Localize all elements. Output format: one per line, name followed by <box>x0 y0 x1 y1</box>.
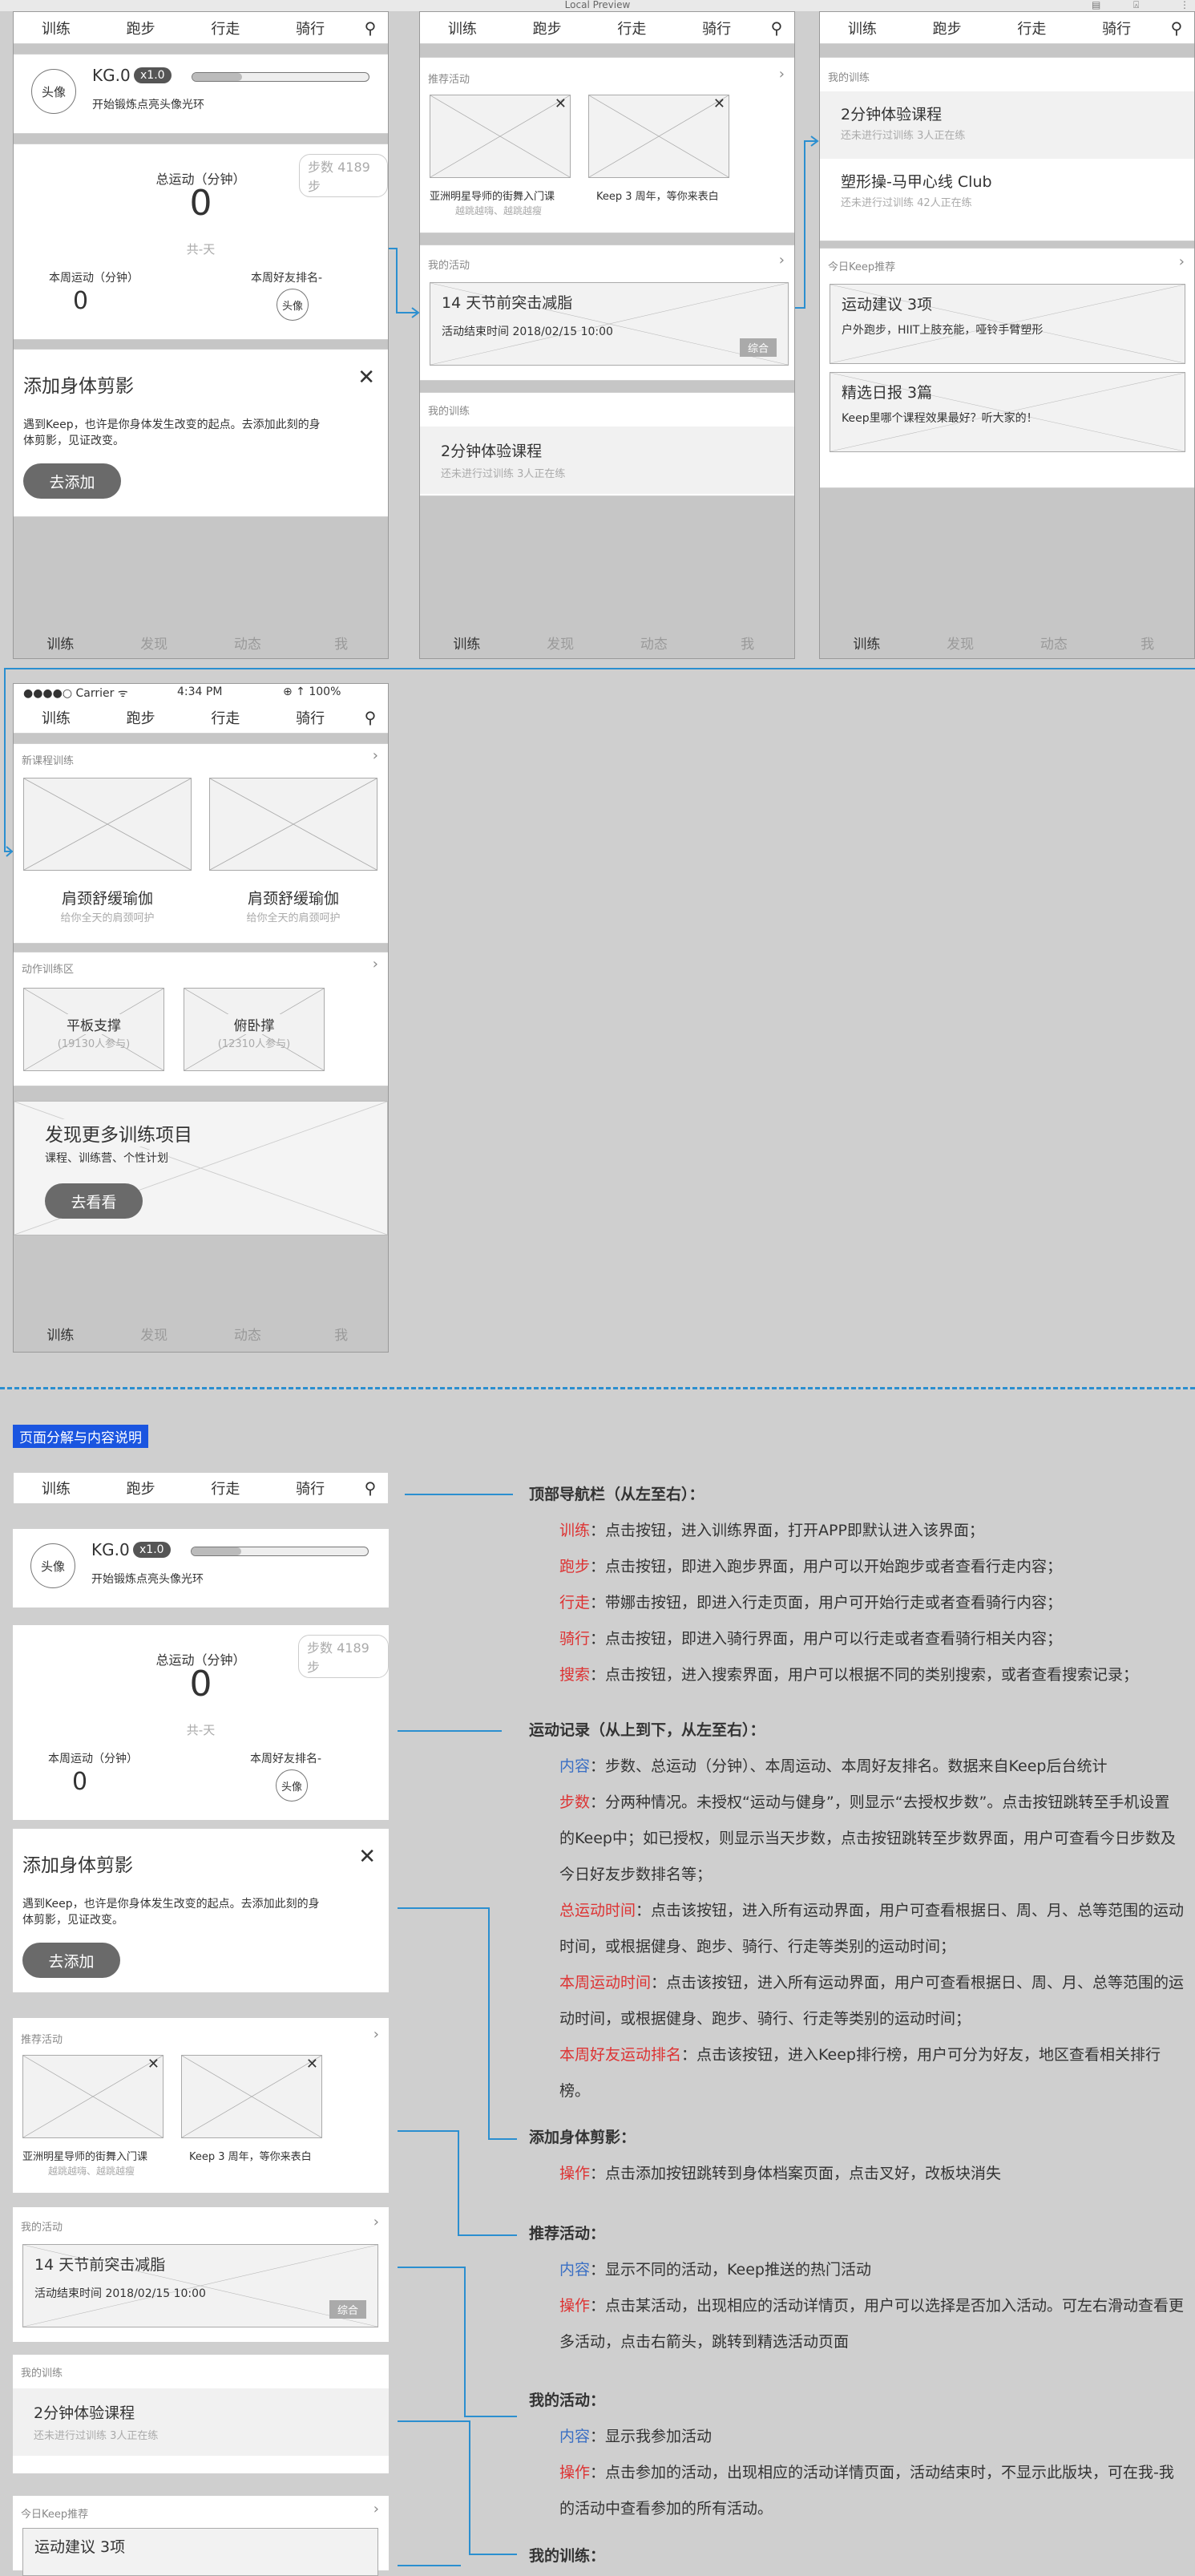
discover-sub: 课程、训练营、个性计划 <box>45 1150 168 1166</box>
section-tag: 页面分解与内容说明 <box>13 1425 148 1448</box>
motion-item-1[interactable]: 平板支撑 (19130人参与) <box>23 988 164 1071</box>
anno-rec-k5: 本周运动时间 <box>559 1974 652 1992</box>
motion-card: 动作训练区 › 平板支撑 (19130人参与) 俯卧撑 (12310人参与) <box>14 952 388 1086</box>
anno-myact-op-k: 操作 <box>559 2464 591 2481</box>
anno-recact-content-v: ：显示不同的活动，Keep推送的热门活动 <box>590 2261 871 2279</box>
anno-recact-head: 推荐活动： <box>529 2225 606 2242</box>
motion-2-sub: (12310人参与) <box>217 1038 291 1050</box>
anno-recact-op-k: 操作 <box>559 2297 591 2315</box>
anno-myact-op-v: ：点击参加的活动，出现相应的活动详情页面，活动结束时，不显示此版块，可在我-我 <box>590 2464 1174 2481</box>
anno-rec-v8: 榜。 <box>559 2082 591 2100</box>
anno-mytrain-head: 我的训练： <box>529 2547 606 2565</box>
new-course-image-1[interactable] <box>23 778 192 871</box>
anno-rec-k7: 本周好友运动排名 <box>559 2046 682 2064</box>
anno-rec-v0: ：分两种情况。未授权“运动与健身”，则显示“去授权步数”。点击按钮跳转至手机设置 <box>590 1793 1170 1811</box>
annotation-body: 添加身体剪影： 操作：点击添加按钮跳转到身体档案页面，点击叉好，改板块消失 <box>529 2120 1194 2192</box>
bottom-tab-me[interactable]: 我 <box>294 1324 388 1344</box>
annotation-my-training: 我的训练： <box>529 2538 1194 2574</box>
motion-title: 动作训练区 <box>22 964 75 976</box>
anno-rec-v7: ：点击该按钮，进入Keep排行榜，用户可分为好友，地区查看相关排行 <box>681 2046 1161 2064</box>
chevron-right-icon[interactable]: › <box>373 956 378 973</box>
anno-nav-k5: 搜索 <box>559 1666 591 1684</box>
new-course-card: 新课程训练 › 肩颈舒缓瑜伽 给你全天的肩颈呵护 肩颈舒缓瑜伽 给你全天的肩颈呵… <box>14 743 388 944</box>
clock: 4:34 PM <box>177 685 223 698</box>
motion-item-2[interactable]: 俯卧撑 (12310人参与) <box>184 988 325 1071</box>
annotation-record: 运动记录（从上到下，从左至右）： 内容：步数、总运动（分钟）、本周运动、本周好友… <box>529 1713 1194 2109</box>
anno-nav-k1: 训练 <box>559 1522 591 1539</box>
anno-recact-op-v2: 多活动，点击右箭头，跳转到精选活动页面 <box>559 2333 850 2351</box>
nav-tab-training[interactable]: 训练 <box>14 707 99 728</box>
new-course-1-sub: 给你全天的肩颈呵护 <box>60 912 155 924</box>
anno-nav-k4: 骑行 <box>559 1630 591 1648</box>
anno-nav-head: 顶部导航栏（从左至右）： <box>529 1486 704 1503</box>
anno-nav-v1: ：点击按钮，进入训练界面，打开APP即默认进入该界面； <box>590 1522 984 1539</box>
anno-nav-v2: ：点击按钮，即进入跑步界面，用户可以开始跑步或者查看行走内容； <box>590 1558 1063 1575</box>
top-nav: 训练 跑步 行走 骑行 ⚲ <box>14 702 388 734</box>
anno-rec-v3: ：点击该按钮，进入所有运动界面，用户可查看根据日、周、月、总等范围的运动 <box>636 1902 1185 1919</box>
anno-rec-head: 运动记录（从上到下，从左至右）： <box>529 1721 765 1739</box>
anno-nav-v5: ：点击按钮，进入搜索界面，用户可以根据不同的类别搜索，或者查看搜索记录； <box>590 1666 1139 1684</box>
status-bar: ●●●●○ Carrier ᯤ 4:34 PM ⊕ ↑ 100% <box>14 684 388 702</box>
nav-tab-walk[interactable]: 行走 <box>184 707 268 728</box>
new-course-title: 新课程训练 <box>22 755 75 767</box>
bottom-tab-discover[interactable]: 发现 <box>107 1324 201 1344</box>
anno-rec-v2: 今日好友步数排名等； <box>559 1866 713 1883</box>
chevron-right-icon[interactable]: › <box>373 747 378 764</box>
anno-recact-content-k: 内容 <box>559 2261 591 2279</box>
anno-nav-k2: 跑步 <box>559 1558 591 1575</box>
new-course-2-name: 肩颈舒缓瑜伽 <box>247 890 339 908</box>
anno-rec-v1: 的Keep中；如已授权，则显示当天步数，点击按钮跳转至步数界面，用户可查看今日步… <box>559 1830 1176 1847</box>
anno-myact-content-k: 内容 <box>559 2428 591 2445</box>
anno-nav-v4: ：点击按钮，即进入骑行界面，用户可以行走或者查看骑行相关内容； <box>590 1630 1063 1648</box>
annotation-connectors <box>398 1494 517 2566</box>
anno-body-head: 添加身体剪影： <box>529 2129 636 2146</box>
bottom-tab-feed[interactable]: 动态 <box>201 1324 295 1344</box>
new-course-1-name: 肩颈舒缓瑜伽 <box>61 890 153 908</box>
phone-screen-training-4: ●●●●○ Carrier ᯤ 4:34 PM ⊕ ↑ 100% 训练 跑步 行… <box>13 683 389 1353</box>
nav-tab-run[interactable]: 跑步 <box>99 707 184 728</box>
bottom-tabbar: 训练 发现 动态 我 <box>14 1317 388 1349</box>
anno-nav-v3: ：带娜击按钮，即进入行走页面，用户可开始行走或者查看骑行内容； <box>590 1594 1063 1612</box>
anno-rec-content-v: ：步数、总运动（分钟）、本周运动、本周好友排名。数据来自Keep后台统计 <box>590 1757 1108 1775</box>
bottom-tab-training[interactable]: 训练 <box>14 1324 107 1344</box>
anno-rec-v5: ：点击该按钮，进入所有运动界面，用户可查看根据日、周、月、总等范围的运 <box>651 1974 1185 1992</box>
anno-body-op-k: 操作 <box>559 2165 591 2182</box>
anno-nav-k3: 行走 <box>559 1594 591 1612</box>
search-icon[interactable]: ⚲ <box>353 708 388 727</box>
anno-rec-k3: 总运动时间 <box>559 1902 636 1919</box>
battery: ⊕ ↑ 100% <box>283 685 341 698</box>
motion-1-sub: (19130人参与) <box>57 1038 131 1050</box>
nav-tab-ride[interactable]: 骑行 <box>268 707 353 728</box>
section-divider <box>0 1387 1195 1389</box>
new-course-2-sub: 给你全天的肩颈呵护 <box>246 912 341 924</box>
annotation-my-activity: 我的活动： 内容：显示我参加活动 操作：点击参加的活动，出现相应的活动详情页面，… <box>529 2383 1194 2527</box>
anno-recact-op-v: ：点击某活动，出现相应的活动详情页，用户可以选择是否加入活动。可左右滑动查看更 <box>590 2297 1185 2315</box>
discover-button[interactable]: 去看看 <box>45 1183 143 1219</box>
discover-more-card[interactable]: 发现更多训练项目 课程、训练营、个性计划 去看看 <box>14 1101 388 1235</box>
new-course-image-2[interactable] <box>209 778 377 871</box>
anno-rec-v4: 时间，或根据健身、跑步、骑行、行走等类别的运动时间； <box>559 1938 956 1955</box>
motion-2-name: 俯卧撑 <box>184 1014 324 1034</box>
annotation-recommend: 推荐活动： 内容：显示不同的活动，Keep推送的热门活动 操作：点击某活动，出现… <box>529 2216 1194 2360</box>
anno-rec-v6: 动时间，或根据健身、跑步、骑行、行走等类别的运动时间； <box>559 2010 971 2028</box>
anno-rec-content-k: 内容 <box>559 1757 591 1775</box>
anno-rec-k0: 步数 <box>559 1793 591 1811</box>
annotation-nav: 顶部导航栏（从左至右）： 训练：点击按钮，进入训练界面，打开APP即默认进入该界… <box>529 1477 1194 1693</box>
anno-myact-head: 我的活动： <box>529 2392 606 2409</box>
anno-myact-op-v2: 的活动中查看参加的所有活动。 <box>559 2500 773 2517</box>
carrier: ●●●●○ Carrier ᯤ <box>23 687 128 700</box>
motion-1-name: 平板支撑 <box>24 1014 164 1034</box>
discover-title: 发现更多训练项目 <box>45 1119 192 1146</box>
anno-body-op-v: ：点击添加按钮跳转到身体档案页面，点击叉好，改板块消失 <box>590 2165 1002 2182</box>
anno-myact-content-v: ：显示我参加活动 <box>590 2428 713 2445</box>
